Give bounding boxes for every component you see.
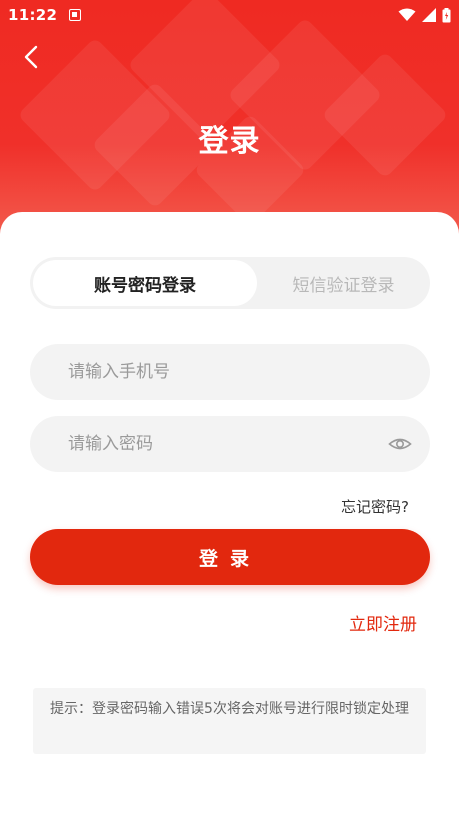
eye-icon[interactable] <box>388 432 412 456</box>
phone-input[interactable] <box>68 362 392 382</box>
forgot-password-link[interactable]: 忘记密码? <box>341 496 409 517</box>
back-button[interactable] <box>18 44 44 70</box>
notification-icon <box>69 9 82 21</box>
login-tabs: 账号密码登录 短信验证登录 <box>30 257 430 309</box>
phone-field <box>30 344 430 400</box>
register-link[interactable]: 立即注册 <box>349 610 417 635</box>
password-input[interactable] <box>68 434 392 454</box>
login-card: 账号密码登录 短信验证登录 忘记密码? 登录 立即注册 提示：登录密码输入错误5… <box>0 212 459 816</box>
status-time: 11:22 <box>8 6 58 24</box>
tab-password-login[interactable]: 账号密码登录 <box>33 260 257 306</box>
signal-icon <box>422 8 436 22</box>
status-icons <box>398 7 451 23</box>
chevron-left-icon <box>24 45 38 69</box>
header: 11:22 登录 <box>0 0 459 240</box>
wifi-icon <box>398 8 416 21</box>
tab-sms-login[interactable]: 短信验证登录 <box>257 257 430 309</box>
notice-text: 提示：登录密码输入错误5次将会对账号进行限时锁定处理 <box>33 688 426 754</box>
login-button[interactable]: 登录 <box>30 529 430 585</box>
password-field <box>30 416 430 472</box>
status-bar: 11:22 <box>0 0 459 30</box>
battery-icon <box>442 7 451 22</box>
page-title: 登录 <box>198 124 261 159</box>
